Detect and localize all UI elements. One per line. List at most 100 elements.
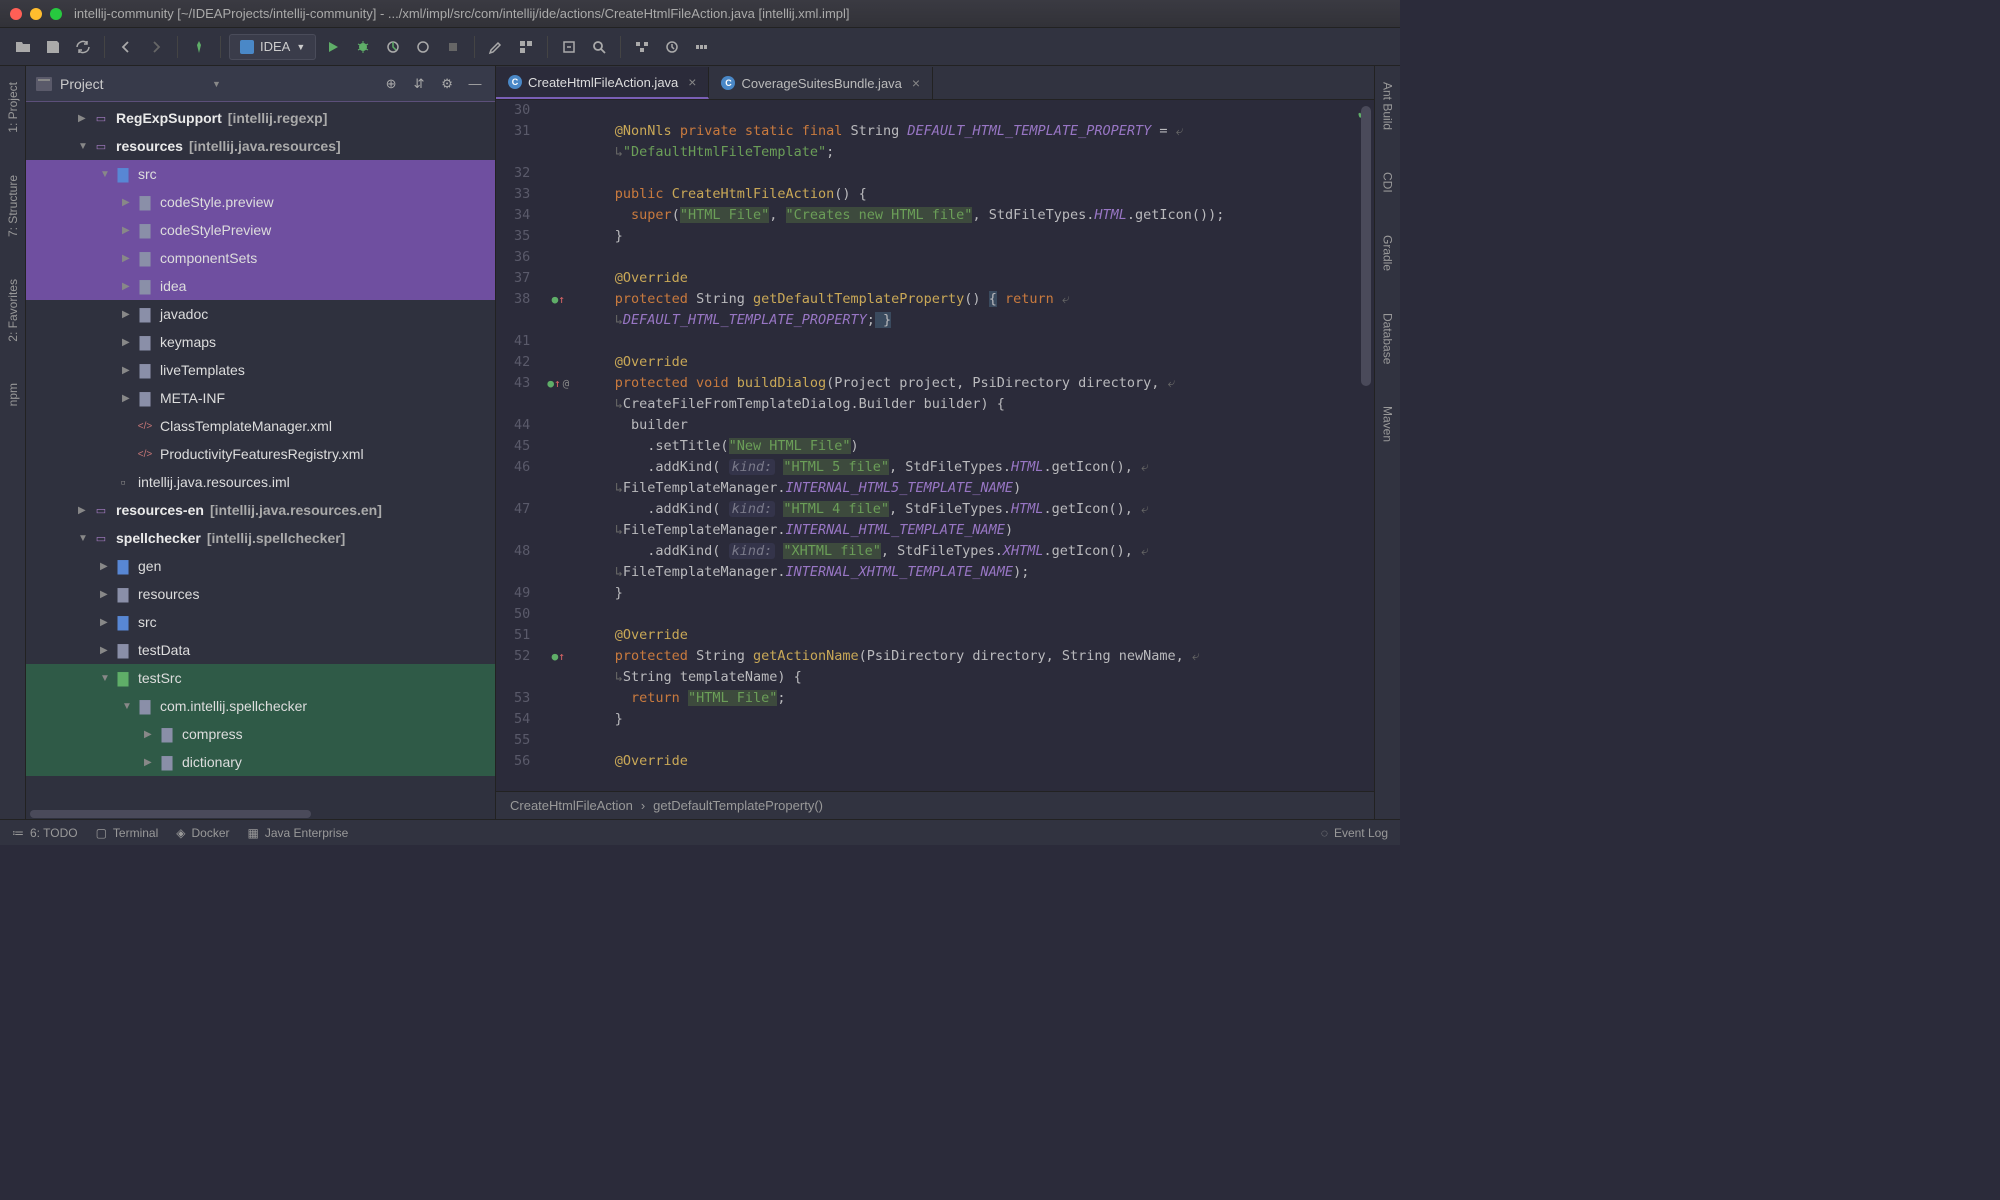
tree-arrow-icon[interactable]: ▶ bbox=[78, 113, 92, 124]
tree-row[interactable]: ▶▭RegExpSupport[intellij.regexp] bbox=[26, 104, 495, 132]
code-content[interactable]: @NonNls private static final String DEFA… bbox=[578, 100, 1374, 791]
todo-tool[interactable]: ≔6: TODO bbox=[12, 826, 78, 840]
save-icon[interactable] bbox=[40, 34, 66, 60]
tree-arrow-icon[interactable]: ▶ bbox=[100, 561, 114, 572]
tree-row[interactable]: ▼▇src bbox=[26, 160, 495, 188]
tree-row[interactable]: ▶▇idea bbox=[26, 272, 495, 300]
back-icon[interactable] bbox=[113, 34, 139, 60]
tree-row[interactable]: ▶▇testData bbox=[26, 636, 495, 664]
sync-icon[interactable] bbox=[70, 34, 96, 60]
tree-arrow-icon[interactable]: ▶ bbox=[122, 225, 136, 236]
breadcrumb-item[interactable]: CreateHtmlFileAction bbox=[510, 798, 633, 813]
breadcrumb-item[interactable]: getDefaultTemplateProperty() bbox=[653, 798, 823, 813]
tree-arrow-icon[interactable]: ▶ bbox=[122, 365, 136, 376]
tree-arrow-icon[interactable]: ▶ bbox=[144, 757, 158, 768]
commit-icon[interactable] bbox=[689, 34, 715, 60]
editor-scrollbar[interactable] bbox=[1360, 106, 1372, 789]
tree-row[interactable]: ▶▭resources-en[intellij.java.resources.e… bbox=[26, 496, 495, 524]
tree-row[interactable]: ▶▇keymaps bbox=[26, 328, 495, 356]
tree-row[interactable]: ▼▇com.intellij.spellchecker bbox=[26, 692, 495, 720]
tool-project[interactable]: 1: Project bbox=[6, 76, 20, 139]
tree-arrow-icon[interactable]: ▶ bbox=[100, 589, 114, 600]
tree-row[interactable]: ▶▇liveTemplates bbox=[26, 356, 495, 384]
tree-row[interactable]: ▼▭resources[intellij.java.resources] bbox=[26, 132, 495, 160]
tree-arrow-icon[interactable]: ▼ bbox=[78, 141, 92, 152]
tree-row[interactable]: ▼▇testSrc bbox=[26, 664, 495, 692]
tree-row[interactable]: ▶▇gen bbox=[26, 552, 495, 580]
tree-row[interactable]: ▶▇javadoc bbox=[26, 300, 495, 328]
terminal-tool[interactable]: ▢Terminal bbox=[96, 826, 159, 840]
tree-arrow-icon[interactable]: ▶ bbox=[122, 281, 136, 292]
tree-row[interactable]: ▶▇componentSets bbox=[26, 244, 495, 272]
tree-row[interactable]: ▫intellij.java.resources.iml bbox=[26, 468, 495, 496]
run-icon[interactable] bbox=[320, 34, 346, 60]
tree-horizontal-scrollbar[interactable] bbox=[26, 809, 495, 819]
tree-label: resources bbox=[116, 138, 183, 154]
gear-icon[interactable]: ⚙ bbox=[437, 74, 457, 94]
settings-icon[interactable] bbox=[483, 34, 509, 60]
close-icon[interactable]: × bbox=[912, 75, 920, 91]
docker-tool[interactable]: ◈Docker bbox=[176, 826, 229, 840]
vcs-icon[interactable] bbox=[629, 34, 655, 60]
collapse-icon[interactable]: ⇵ bbox=[409, 74, 429, 94]
tree-row[interactable]: ▼▭spellchecker[intellij.spellchecker] bbox=[26, 524, 495, 552]
project-tree[interactable]: ▶▭RegExpSupport[intellij.regexp]▼▭resour… bbox=[26, 102, 495, 809]
tree-arrow-icon[interactable]: ▶ bbox=[78, 505, 92, 516]
tool-structure[interactable]: 7: Structure bbox=[6, 169, 20, 243]
chevron-down-icon: ▼ bbox=[296, 42, 305, 52]
tree-arrow-icon[interactable]: ▶ bbox=[122, 309, 136, 320]
maximize-window-button[interactable] bbox=[50, 8, 62, 20]
profile-icon[interactable] bbox=[410, 34, 436, 60]
tree-row[interactable]: </>ClassTemplateManager.xml bbox=[26, 412, 495, 440]
tree-row[interactable]: </>ProductivityFeaturesRegistry.xml bbox=[26, 440, 495, 468]
tree-arrow-icon[interactable]: ▼ bbox=[78, 533, 92, 544]
update-icon[interactable] bbox=[659, 34, 685, 60]
tool-gradle[interactable]: Gradle bbox=[1381, 229, 1395, 277]
chevron-down-icon[interactable]: ▼ bbox=[212, 79, 221, 89]
build-icon[interactable] bbox=[186, 34, 212, 60]
tree-row[interactable]: ▶▇resources bbox=[26, 580, 495, 608]
tool-ant[interactable]: Ant Build bbox=[1381, 76, 1395, 136]
tree-row[interactable]: ▶▇META-INF bbox=[26, 384, 495, 412]
tree-arrow-icon[interactable]: ▶ bbox=[122, 393, 136, 404]
tree-arrow-icon[interactable]: ▶ bbox=[122, 253, 136, 264]
tree-arrow-icon[interactable]: ▶ bbox=[144, 729, 158, 740]
tree-arrow-icon[interactable]: ▼ bbox=[100, 673, 114, 684]
stop-icon[interactable] bbox=[440, 34, 466, 60]
debug-icon[interactable] bbox=[350, 34, 376, 60]
tool-database[interactable]: Database bbox=[1381, 307, 1395, 370]
event-log[interactable]: ◌Event Log bbox=[1321, 826, 1388, 840]
locate-icon[interactable]: ⊕ bbox=[381, 74, 401, 94]
avd-icon[interactable] bbox=[556, 34, 582, 60]
tree-row[interactable]: ▶▇compress bbox=[26, 720, 495, 748]
run-configuration-selector[interactable]: IDEA ▼ bbox=[229, 34, 316, 60]
tree-arrow-icon[interactable]: ▼ bbox=[100, 169, 114, 180]
close-window-button[interactable] bbox=[10, 8, 22, 20]
tool-favorites[interactable]: 2: Favorites bbox=[6, 273, 20, 348]
tree-suffix: [intellij.regexp] bbox=[228, 110, 328, 126]
tree-arrow-icon[interactable]: ▶ bbox=[100, 645, 114, 656]
tree-arrow-icon[interactable]: ▶ bbox=[100, 617, 114, 628]
tool-npm[interactable]: npm bbox=[6, 377, 20, 412]
editor-tab[interactable]: CCoverageSuitesBundle.java× bbox=[709, 67, 933, 99]
coverage-icon[interactable] bbox=[380, 34, 406, 60]
tree-arrow-icon[interactable]: ▶ bbox=[122, 197, 136, 208]
editor[interactable]: 3031323334353637384142434445464748495051… bbox=[496, 100, 1374, 791]
search-icon[interactable] bbox=[586, 34, 612, 60]
tree-row[interactable]: ▶▇dictionary bbox=[26, 748, 495, 776]
tool-cdi[interactable]: CDI bbox=[1381, 166, 1395, 199]
tree-row[interactable]: ▶▇codeStyle.preview bbox=[26, 188, 495, 216]
tree-arrow-icon[interactable]: ▶ bbox=[122, 337, 136, 348]
tree-row[interactable]: ▶▇codeStylePreview bbox=[26, 216, 495, 244]
forward-icon[interactable] bbox=[143, 34, 169, 60]
editor-tab[interactable]: CCreateHtmlFileAction.java× bbox=[496, 67, 709, 99]
project-structure-icon[interactable] bbox=[513, 34, 539, 60]
tree-row[interactable]: ▶▇src bbox=[26, 608, 495, 636]
tool-maven[interactable]: Maven bbox=[1381, 400, 1395, 448]
open-icon[interactable] bbox=[10, 34, 36, 60]
minimize-window-button[interactable] bbox=[30, 8, 42, 20]
java-ee-tool[interactable]: ▦Java Enterprise bbox=[248, 826, 349, 840]
close-icon[interactable]: × bbox=[688, 74, 696, 90]
tree-arrow-icon[interactable]: ▼ bbox=[122, 701, 136, 712]
hide-icon[interactable]: — bbox=[465, 74, 485, 94]
